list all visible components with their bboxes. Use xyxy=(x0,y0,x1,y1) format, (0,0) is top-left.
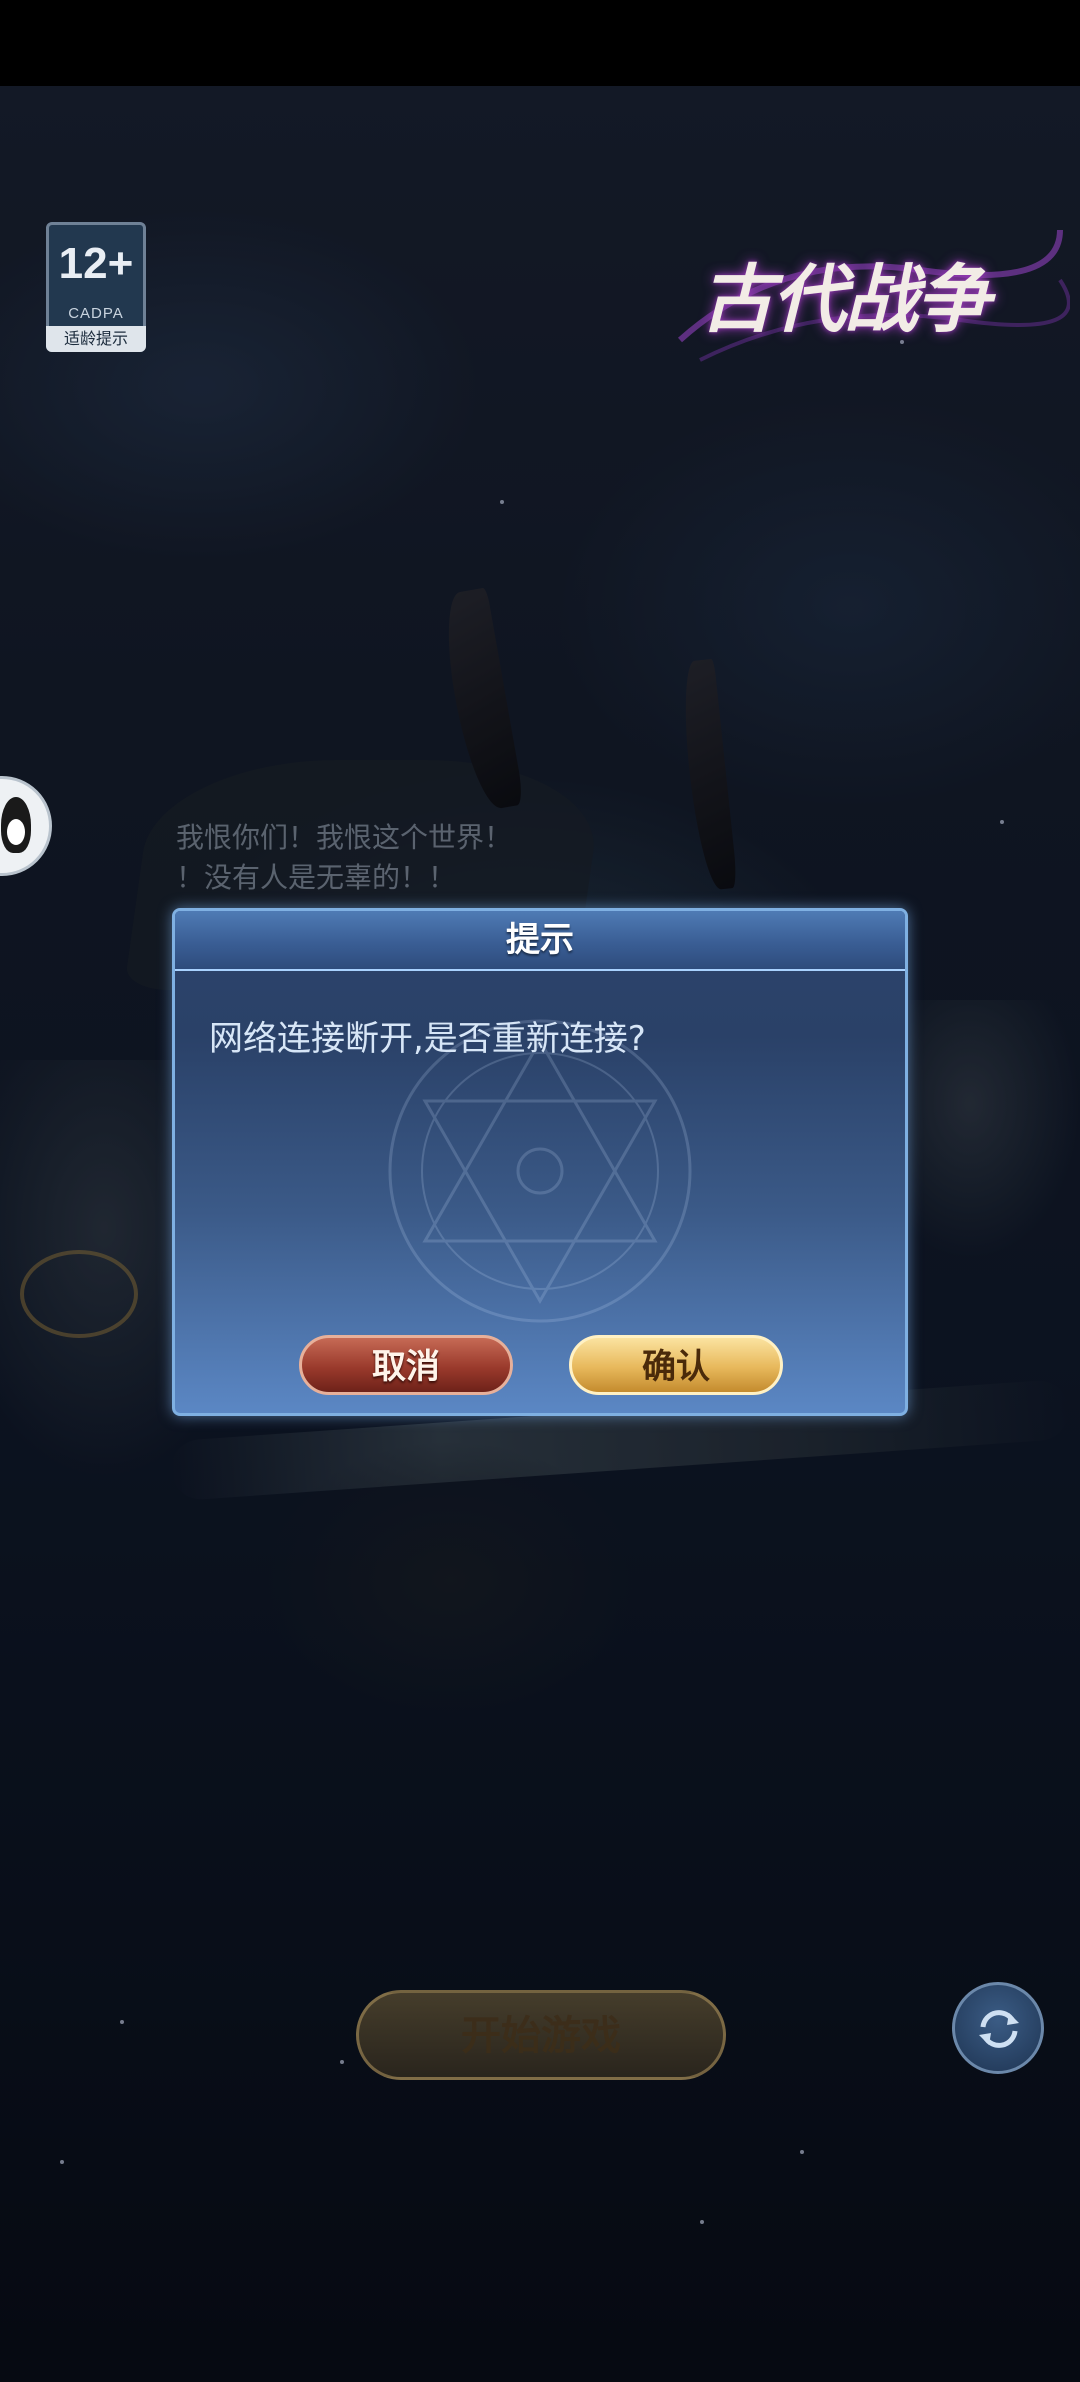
dialog-title: 提示 xyxy=(506,920,574,960)
confirm-button[interactable]: 确认 xyxy=(569,1335,783,1395)
character-quote: 我恨你们！我恨这个世界！ ！没有人是无辜的！！ xyxy=(176,818,512,898)
game-logo: 古代战争 xyxy=(700,257,990,343)
cancel-button[interactable]: 取消 xyxy=(299,1335,513,1395)
character-quote-line2: ！没有人是无辜的！！ xyxy=(176,861,457,894)
character-quote-line1: 我恨你们！我恨这个世界！ xyxy=(176,821,513,854)
age-rating-tip: 适龄提示 xyxy=(46,326,146,352)
start-game-button[interactable]: 开始游戏 xyxy=(356,1990,726,2080)
dialog-message: 网络连接断开,是否重新连接? xyxy=(209,1019,646,1059)
dialog-header: 提示 xyxy=(175,911,905,971)
game-screen: 12+ CADPA 适龄提示 古代战争 我恨你们！我恨这个世界！ ！没有人是无辜… xyxy=(0,0,1080,2382)
refresh-icon xyxy=(979,2010,1019,2048)
age-rating-org: CADPA xyxy=(68,305,124,322)
reconnect-dialog: 提示 网络连接断开,是否重新连接? 取消 确认 xyxy=(172,908,908,1416)
age-rating-badge: 12+ CADPA 适龄提示 xyxy=(46,222,146,352)
status-bar xyxy=(0,0,1080,86)
refresh-button[interactable] xyxy=(952,1982,1044,2074)
age-rating-number: 12+ xyxy=(58,239,134,288)
